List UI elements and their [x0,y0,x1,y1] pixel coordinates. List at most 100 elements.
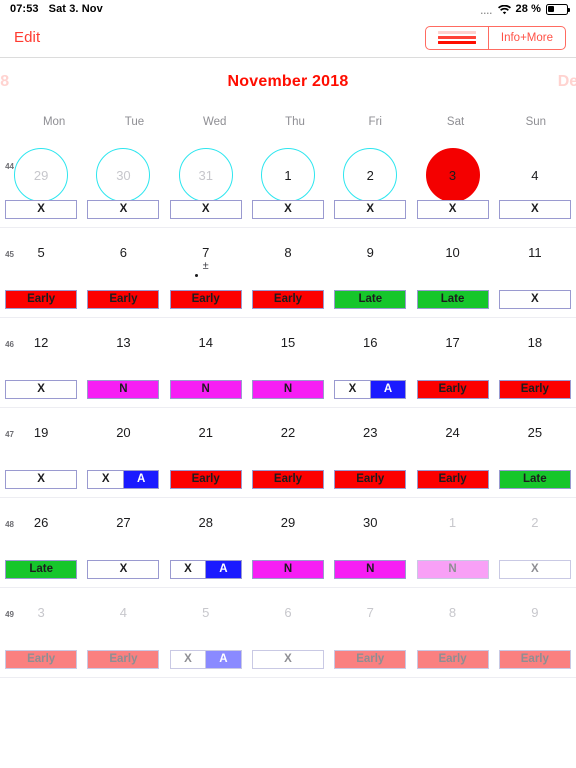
shift-badge[interactable]: Early [498,380,571,399]
day-cell[interactable]: 8 Early [247,228,329,317]
day-cell[interactable]: 9 Late [329,228,411,317]
day-number: 10 [445,245,460,260]
shift-badge[interactable]: Early [334,650,407,669]
day-cell[interactable]: 23 Early [329,408,411,497]
day-cell[interactable]: 26 Late [0,498,82,587]
day-cell[interactable]: 15 N [247,318,329,407]
shift-badge[interactable]: X [498,290,571,309]
day-cell[interactable]: 2X [494,498,576,587]
day-marks [411,260,493,284]
day-cell[interactable]: 3 Early [0,588,82,677]
day-cell[interactable]: 29 X [0,138,82,227]
shift-badge[interactable]: Early [87,290,160,309]
shift-badge[interactable]: Early [169,470,242,489]
rows-view-button[interactable] [426,27,488,49]
day-cell[interactable]: 11 X [494,228,576,317]
shift-badge[interactable]: Late [498,470,571,489]
edit-button[interactable]: Edit [14,29,40,46]
info-more-button[interactable]: Info+More [487,26,565,49]
shift-badge[interactable]: N [251,560,324,579]
day-cell[interactable]: 8 Early [411,588,493,677]
shift-badge[interactable]: X [5,200,78,219]
shift-badge[interactable]: Early [5,290,78,309]
day-cell[interactable]: 30 X [82,138,164,227]
shift-badge[interactable]: X [87,560,160,579]
day-cell[interactable]: 21 Early [165,408,247,497]
shift-badge[interactable]: N [87,380,160,399]
shift-badge[interactable]: Early [498,650,571,669]
shift-badge[interactable]: X [87,200,160,219]
day-cell[interactable]: 30 N [329,498,411,587]
shift-badge-wrapper: Early [0,650,82,669]
shift-badge[interactable]: N [416,560,489,579]
previous-month-label[interactable]: er 2018 [0,73,9,91]
day-cell[interactable]: 1N [411,498,493,587]
shift-badge[interactable]: Early [416,470,489,489]
day-cell[interactable]: 16 X A [329,318,411,407]
day-cell[interactable]: 3X [411,138,493,227]
shift-badge[interactable]: X [5,380,78,399]
shift-badge[interactable]: Late [334,290,407,309]
day-cell[interactable]: 1X [247,138,329,227]
day-cell[interactable]: 10 Late [411,228,493,317]
day-cell[interactable]: 19 X [0,408,82,497]
day-number: 11 [528,245,542,260]
day-cell[interactable]: 22 Early [247,408,329,497]
day-cell[interactable]: 18 Early [494,318,576,407]
shift-badge[interactable]: X [251,650,324,669]
day-cell[interactable]: 13 N [82,318,164,407]
day-cell[interactable]: 9 Early [494,588,576,677]
shift-badge[interactable]: Late [5,560,78,579]
shift-badge[interactable]: XA [334,380,407,399]
day-cell[interactable]: 17 Early [411,318,493,407]
day-cell[interactable]: 28 X A [165,498,247,587]
shift-badge[interactable]: X [416,200,489,219]
battery-percent: 28 % [515,3,541,15]
shift-badge[interactable]: N [251,380,324,399]
shift-badge[interactable]: Early [416,380,489,399]
day-number: 1 [448,515,457,530]
shift-badge[interactable]: Early [416,650,489,669]
shift-badge[interactable]: X [498,200,571,219]
day-cell[interactable]: 25 Late [494,408,576,497]
day-cell[interactable]: 2X [329,138,411,227]
shift-badge[interactable]: N [334,560,407,579]
day-cell[interactable]: 4 Early [82,588,164,677]
next-month-label[interactable]: Decemb [558,73,576,91]
day-cell[interactable]: 4X [494,138,576,227]
day-cell[interactable]: 6 Early [82,228,164,317]
day-cell[interactable]: 14 N [165,318,247,407]
day-cell[interactable]: 7 ± Early [165,228,247,317]
shift-badge[interactable]: Early [5,650,78,669]
day-cell[interactable]: 24 Early [411,408,493,497]
shift-badge[interactable]: X [5,470,78,489]
weekday-label-sat: Sat [446,116,465,128]
shift-badge[interactable]: X [169,200,242,219]
day-cell[interactable]: 5 XA [165,588,247,677]
shift-badge[interactable]: Early [334,470,407,489]
day-cell[interactable]: 20 X A [82,408,164,497]
shift-badge[interactable]: Early [251,290,324,309]
day-cell[interactable]: 7 Early [329,588,411,677]
shift-badge[interactable]: Early [87,650,160,669]
day-cell[interactable]: 12 X [0,318,82,407]
shift-badge[interactable]: X [498,560,571,579]
shift-badge[interactable]: Late [416,290,489,309]
shift-badge[interactable]: X [251,200,324,219]
day-cell[interactable]: 6X [247,588,329,677]
shift-badge-wrapper: Early [82,290,164,309]
shift-badge[interactable]: X [334,200,407,219]
shift-badge[interactable]: XA [169,560,242,579]
shift-badge[interactable]: XA [87,470,160,489]
shift-badge[interactable]: XA [169,650,242,669]
shift-badge-segment: A [369,381,406,398]
shift-badge[interactable]: Early [169,290,242,309]
shift-badge[interactable]: N [169,380,242,399]
day-cell[interactable]: 5 Early [0,228,82,317]
shift-badge-segment: X [252,651,323,668]
day-cell[interactable]: 31 X [165,138,247,227]
status-date: Sat 3. Nov [48,3,103,15]
day-cell[interactable]: 29 N [247,498,329,587]
shift-badge[interactable]: Early [251,470,324,489]
day-cell[interactable]: 27 X [82,498,164,587]
